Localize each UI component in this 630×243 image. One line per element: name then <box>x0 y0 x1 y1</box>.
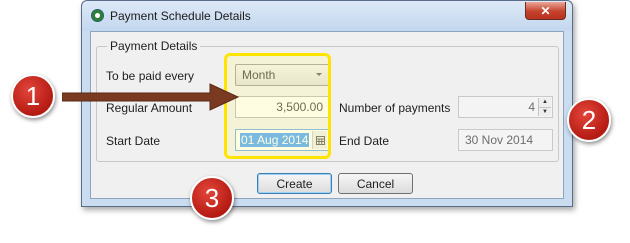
payments-label: Number of payments <box>339 101 451 115</box>
end-date-field: 30 Nov 2014 <box>458 129 553 151</box>
app-icon <box>91 9 104 22</box>
end-date-label: End Date <box>339 134 390 148</box>
close-button[interactable]: ✕ <box>525 2 566 20</box>
frequency-label: To be paid every <box>106 69 195 83</box>
payments-value: 4 <box>528 100 535 114</box>
title-bar[interactable]: Payment Schedule Details ✕ <box>82 1 572 31</box>
spinner: ▲ ▼ <box>538 98 551 116</box>
spin-up-icon[interactable]: ▲ <box>539 98 551 107</box>
callout-arrow-icon <box>62 83 240 111</box>
group-legend: Payment Details <box>107 39 201 53</box>
callout-badge-3: 3 <box>190 176 234 220</box>
end-date-value: 30 Nov 2014 <box>465 133 534 147</box>
callout-badge-1: 1 <box>11 74 55 118</box>
dialog-title: Payment Schedule Details <box>110 9 251 23</box>
payments-stepper[interactable]: 4 ▲ ▼ <box>458 96 553 118</box>
spin-down-icon[interactable]: ▼ <box>539 106 551 116</box>
cancel-button[interactable]: Cancel <box>338 173 413 194</box>
callout-badge-2: 2 <box>567 98 611 142</box>
start-date-label: Start Date <box>106 134 161 148</box>
create-button[interactable]: Create <box>257 173 332 194</box>
